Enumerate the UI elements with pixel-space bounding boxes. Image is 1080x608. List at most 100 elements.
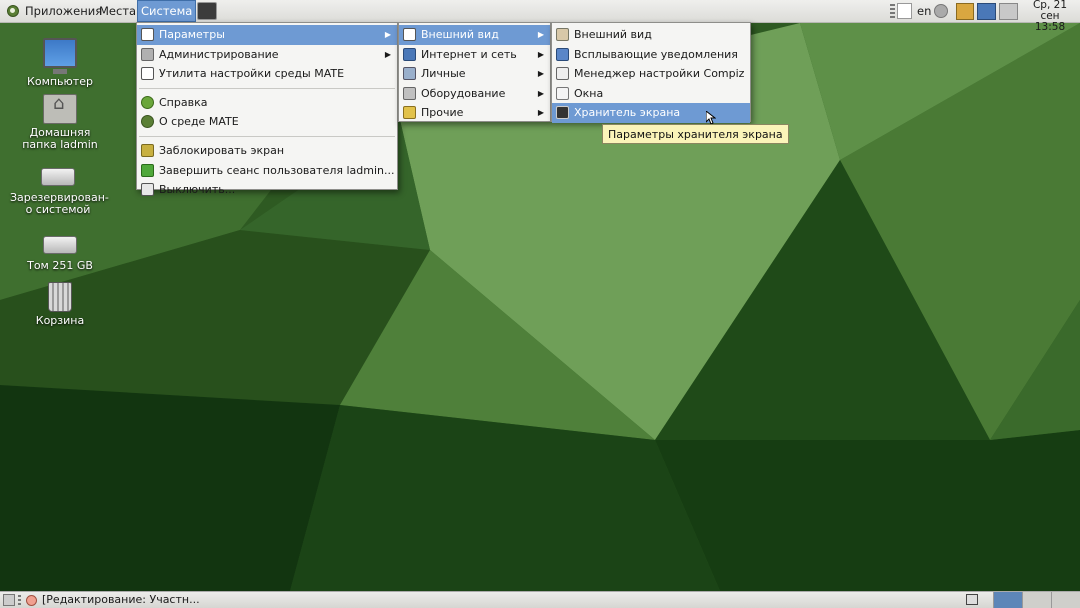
- clock-date: Ср, 21 сен: [1032, 0, 1068, 22]
- menu-item-label: Заблокировать экран: [159, 143, 285, 157]
- windows-icon: [556, 86, 569, 100]
- shutdown-icon: [141, 183, 154, 197]
- submenu-arrow-icon: ▶: [537, 49, 544, 59]
- menu-item-internet-network[interactable]: Интернет и сеть ▶: [399, 45, 550, 65]
- menu-separator: [139, 135, 395, 137]
- compiz-icon: [556, 67, 569, 81]
- other-icon: [403, 106, 416, 120]
- preferences-icon: [141, 28, 154, 41]
- submenu-arrow-icon: ▶: [537, 88, 544, 98]
- menu-item-hardware[interactable]: Оборудование ▶: [399, 84, 550, 104]
- desktop-icon-label: Зарезервирован­о системой: [10, 191, 109, 216]
- window-list-icon[interactable]: [966, 594, 978, 605]
- menu-item-label: Выключить...: [159, 183, 236, 197]
- menu-item-notifications[interactable]: Всплывающие уведомления: [552, 45, 750, 65]
- desktop-icon-computer[interactable]: Компьютер: [12, 38, 108, 88]
- personal-icon: [403, 67, 416, 81]
- menu-item-administration[interactable]: Администрирование ▶: [137, 45, 397, 65]
- menu-item-label: Администрирование: [159, 47, 279, 61]
- menu-item-windows[interactable]: Окна: [552, 84, 750, 104]
- bottom-panel: [Редактирование: Участн...: [0, 591, 1080, 608]
- about-mate-icon: [141, 115, 154, 129]
- mate-logo-icon: [7, 5, 19, 17]
- menu-item-screensaver[interactable]: Хранитель экрана: [552, 103, 750, 123]
- lock-icon: [141, 143, 154, 157]
- workspace-1[interactable]: [993, 592, 1022, 608]
- applications-menu[interactable]: Приложения: [25, 0, 102, 22]
- volume-icon[interactable]: [934, 4, 948, 18]
- workspace-2[interactable]: [1022, 592, 1051, 608]
- menu-item-appearance[interactable]: Внешний вид: [552, 25, 750, 45]
- show-desktop-icon[interactable]: [3, 594, 15, 606]
- system-menu-dropdown: Параметры ▶ Администрирование ▶ Утилита …: [136, 22, 398, 197]
- desktop-icon-home[interactable]: Домашняя папка ladmin: [12, 94, 108, 151]
- screenshot-launcher-icon[interactable]: [197, 2, 217, 20]
- trash-icon: [48, 282, 72, 312]
- help-icon: [141, 95, 154, 109]
- menu-separator: [139, 87, 395, 89]
- menu-item-label: Оборудование: [421, 86, 506, 100]
- drive-icon: [41, 168, 75, 186]
- panel-handle-icon: [890, 4, 895, 18]
- menu-item-logout[interactable]: Завершить сеанс пользователя ladmin...: [137, 161, 397, 181]
- update-icon[interactable]: [999, 3, 1018, 20]
- submenu-arrow-icon: ▶: [537, 69, 544, 79]
- menu-item-appearance-category[interactable]: Внешний вид ▶: [399, 25, 550, 45]
- settings-utility-icon: [141, 67, 154, 81]
- notifications-icon: [556, 47, 569, 61]
- mouse-pointer-icon: [706, 111, 716, 125]
- menu-item-personal[interactable]: Личные ▶: [399, 64, 550, 84]
- network-icon: [403, 47, 416, 61]
- menu-item-help[interactable]: Справка: [137, 93, 397, 113]
- screensaver-tooltip: Параметры хранителя экрана: [602, 124, 789, 144]
- drive-icon: [43, 236, 77, 254]
- system-menu[interactable]: Система: [137, 0, 197, 22]
- menu-item-label: Справка: [159, 95, 208, 109]
- desktop-icon-label: Компьютер: [27, 75, 93, 88]
- home-folder-icon: [43, 94, 77, 124]
- submenu-arrow-icon: ▶: [384, 30, 391, 39]
- menu-item-lock-screen[interactable]: Заблокировать экран: [137, 141, 397, 161]
- menu-item-mate-tweak[interactable]: Утилита настройки среды MATE: [137, 64, 397, 84]
- clipboard-icon[interactable]: [956, 3, 974, 20]
- desktop-icon-label: Домашняя папка ladmin: [22, 126, 98, 151]
- clock[interactable]: Ср, 21 сен 13:58: [1022, 0, 1078, 33]
- taskbar-window-button[interactable]: [Редактирование: Участн...: [24, 592, 200, 608]
- submenu-arrow-icon: ▶: [537, 108, 544, 118]
- computer-icon: [43, 38, 77, 74]
- preferences-submenu: Внешний вид ▶ Интернет и сеть ▶ Личные ▶…: [398, 22, 551, 122]
- menu-item-shutdown[interactable]: Выключить...: [137, 180, 397, 200]
- keyboard-layout-indicator[interactable]: en: [917, 0, 931, 22]
- menu-item-label: Утилита настройки среды MATE: [159, 67, 345, 81]
- logout-icon: [141, 163, 154, 177]
- menu-item-compiz-manager[interactable]: Менеджер настройки Compiz: [552, 64, 750, 84]
- submenu-arrow-icon: ▶: [384, 49, 391, 59]
- menu-item-label: Внешний вид: [421, 28, 499, 41]
- screensaver-icon: [556, 106, 569, 120]
- menu-item-other[interactable]: Прочие ▶: [399, 103, 550, 123]
- workspace-3[interactable]: [1051, 592, 1080, 608]
- menu-item-label: Всплывающие уведомления: [574, 47, 738, 61]
- top-panel: Приложения Места Система en Ср, 21 сен 1…: [0, 0, 1080, 33]
- menu-item-label: Параметры: [159, 28, 225, 41]
- browser-window-icon: [26, 595, 37, 606]
- network-icon[interactable]: [977, 3, 996, 20]
- desktop-icon-trash[interactable]: Корзина: [12, 282, 108, 327]
- clock-time: 13:58: [1034, 21, 1066, 33]
- taskbar-window-title: [Редактирование: Участн...: [42, 593, 200, 606]
- menu-item-about-mate[interactable]: О среде MATE: [137, 112, 397, 132]
- appearance-submenu: Внешний вид Всплывающие уведомления Мене…: [551, 22, 751, 123]
- panel-handle-icon: [18, 595, 21, 606]
- desktop-icon-reserved[interactable]: Зарезервирован­о системой: [10, 158, 109, 216]
- desktop-icon-label: Том 251 GB: [27, 259, 93, 272]
- places-menu[interactable]: Места: [99, 0, 136, 22]
- menu-item-label: Интернет и сеть: [421, 47, 517, 61]
- tools-icon: [141, 47, 154, 61]
- menu-item-label: Прочие: [421, 106, 464, 120]
- menu-item-label: Внешний вид: [574, 28, 652, 41]
- desktop-icon-volume[interactable]: Том 251 GB: [12, 226, 108, 272]
- desktop-icon-label: Корзина: [35, 314, 85, 327]
- notes-icon[interactable]: [897, 3, 912, 19]
- menu-item-label: Окна: [574, 86, 604, 100]
- menu-item-preferences[interactable]: Параметры ▶: [137, 25, 397, 45]
